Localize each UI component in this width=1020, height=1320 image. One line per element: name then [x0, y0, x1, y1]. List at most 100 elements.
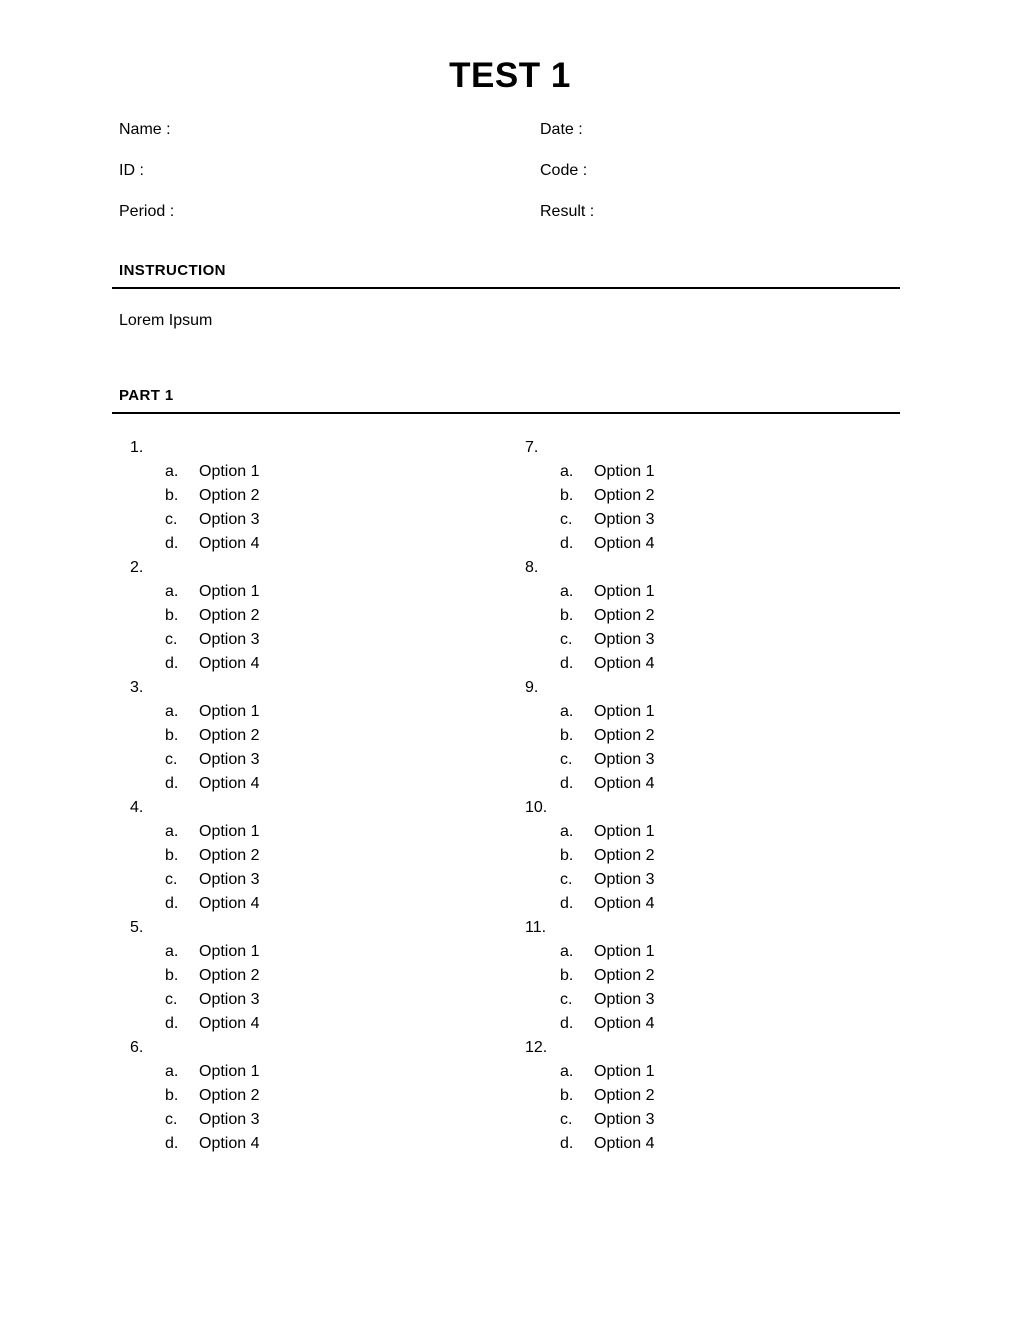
- option-choice[interactable]: c. Option 3: [119, 748, 514, 772]
- option-choice[interactable]: a. Option 1: [119, 700, 514, 724]
- option-choice[interactable]: d. Option 4: [119, 772, 514, 796]
- option-choice[interactable]: b. Option 2: [119, 604, 514, 628]
- option-list: a. Option 1 b. Option 2 c. Option 3 d. Option 4: [514, 460, 909, 556]
- option-text: Option 3: [594, 751, 655, 768]
- option-choice[interactable]: d. Option 4: [514, 1012, 909, 1036]
- option-choice[interactable]: a. Option 1: [119, 460, 514, 484]
- part1-section: PART 1: [112, 387, 900, 414]
- option-choice[interactable]: a. Option 1: [119, 940, 514, 964]
- option-text: Option 1: [594, 703, 655, 720]
- option-choice[interactable]: a. Option 1: [514, 940, 909, 964]
- option-text: Option 1: [199, 823, 260, 840]
- option-text: Option 1: [199, 1063, 260, 1080]
- option-text: Option 1: [594, 583, 655, 600]
- option-choice[interactable]: a. Option 1: [119, 820, 514, 844]
- option-choice[interactable]: a. Option 1: [119, 580, 514, 604]
- option-choice[interactable]: b. Option 2: [119, 484, 514, 508]
- option-choice[interactable]: b. Option 2: [514, 604, 909, 628]
- option-text: Option 4: [594, 895, 655, 912]
- option-choice[interactable]: d. Option 4: [514, 652, 909, 676]
- option-choice[interactable]: b. Option 2: [119, 724, 514, 748]
- option-text: Option 2: [594, 487, 655, 504]
- option-text: Option 3: [199, 871, 260, 888]
- option-text: Option 1: [199, 583, 260, 600]
- option-text: Option 1: [594, 463, 655, 480]
- option-text: Option 4: [594, 1135, 655, 1152]
- option-choice[interactable]: d. Option 4: [514, 532, 909, 556]
- option-choice[interactable]: b. Option 2: [119, 964, 514, 988]
- option-choice[interactable]: d. Option 4: [119, 892, 514, 916]
- question-item: 10. a. Option 1 b. Option 2 c. Option 3 d. Optio…: [514, 796, 909, 916]
- option-choice[interactable]: b. Option 2: [514, 844, 909, 868]
- option-choice[interactable]: b. Option 2: [119, 844, 514, 868]
- option-choice[interactable]: d. Option 4: [119, 1012, 514, 1036]
- option-letter: a.: [560, 463, 574, 480]
- option-choice[interactable]: b. Option 2: [514, 724, 909, 748]
- question-item: 7. a. Option 1 b. Option 2 c. Option 3 d. Option…: [514, 436, 909, 556]
- option-choice[interactable]: a. Option 1: [514, 700, 909, 724]
- option-text: Option 4: [594, 535, 655, 552]
- option-list: a. Option 1 b. Option 2 c. Option 3 d. Option 4: [514, 1060, 909, 1156]
- option-choice[interactable]: b. Option 2: [514, 1084, 909, 1108]
- option-letter: a.: [560, 823, 574, 840]
- meta-row: ID : Code :: [119, 161, 909, 202]
- question-item: 4. a. Option 1 b. Option 2 c. Option 3 d. Option…: [119, 796, 514, 916]
- option-choice[interactable]: c. Option 3: [514, 508, 909, 532]
- option-text: Option 1: [199, 703, 260, 720]
- option-list: a. Option 1 b. Option 2 c. Option 3 d. Option 4: [119, 940, 514, 1036]
- option-text: Option 2: [594, 1087, 655, 1104]
- option-choice[interactable]: d. Option 4: [514, 892, 909, 916]
- option-list: a. Option 1 b. Option 2 c. Option 3 d. Option 4: [514, 580, 909, 676]
- option-text: Option 1: [594, 823, 655, 840]
- option-choice[interactable]: d. Option 4: [514, 1132, 909, 1156]
- option-choice[interactable]: c. Option 3: [514, 868, 909, 892]
- option-choice[interactable]: c. Option 3: [119, 988, 514, 1012]
- field-label-period: Period :: [119, 203, 175, 220]
- option-text: Option 4: [199, 655, 260, 672]
- option-text: Option 4: [199, 775, 260, 792]
- option-choice[interactable]: c. Option 3: [514, 988, 909, 1012]
- option-choice[interactable]: c. Option 3: [119, 1108, 514, 1132]
- option-text: Option 4: [199, 895, 260, 912]
- question-item: 8. a. Option 1 b. Option 2 c. Option 3 d. Option…: [514, 556, 909, 676]
- option-choice[interactable]: a. Option 1: [514, 820, 909, 844]
- option-choice[interactable]: c. Option 3: [514, 628, 909, 652]
- option-choice[interactable]: d. Option 4: [514, 772, 909, 796]
- option-text: Option 4: [594, 655, 655, 672]
- option-choice[interactable]: a. Option 1: [119, 1060, 514, 1084]
- question-column: 1. a. Option 1 b. Option 2 c. Option 3 d. Option…: [119, 436, 514, 1156]
- option-choice[interactable]: a. Option 1: [514, 460, 909, 484]
- option-letter: d.: [560, 1135, 574, 1152]
- option-choice[interactable]: c. Option 3: [119, 628, 514, 652]
- question-number: 7.: [525, 439, 539, 456]
- option-text: Option 3: [199, 1111, 260, 1128]
- field-label-name: Name :: [119, 121, 171, 138]
- option-choice[interactable]: c. Option 3: [514, 748, 909, 772]
- option-choice[interactable]: d. Option 4: [119, 652, 514, 676]
- option-letter: b.: [560, 487, 574, 504]
- option-choice[interactable]: a. Option 1: [514, 1060, 909, 1084]
- option-choice[interactable]: b. Option 2: [514, 484, 909, 508]
- option-text: Option 4: [594, 1015, 655, 1032]
- option-choice[interactable]: d. Option 4: [119, 532, 514, 556]
- option-choice[interactable]: d. Option 4: [119, 1132, 514, 1156]
- option-choice[interactable]: b. Option 2: [119, 1084, 514, 1108]
- question-columns: 1. a. Option 1 b. Option 2 c. Option 3 d. Option…: [119, 436, 909, 1156]
- option-letter: d.: [165, 535, 179, 552]
- option-letter: c.: [165, 991, 178, 1008]
- option-letter: a.: [560, 943, 574, 960]
- option-text: Option 2: [199, 1087, 260, 1104]
- option-letter: c.: [560, 1111, 573, 1128]
- option-choice[interactable]: c. Option 3: [514, 1108, 909, 1132]
- option-text: Option 4: [199, 1015, 260, 1032]
- option-choice[interactable]: a. Option 1: [514, 580, 909, 604]
- option-choice[interactable]: c. Option 3: [119, 868, 514, 892]
- option-letter: b.: [165, 727, 179, 744]
- page-title: TEST 1: [449, 56, 571, 95]
- option-text: Option 1: [594, 1063, 655, 1080]
- part1-heading: PART 1: [119, 387, 174, 404]
- option-choice[interactable]: b. Option 2: [514, 964, 909, 988]
- option-choice[interactable]: c. Option 3: [119, 508, 514, 532]
- option-letter: a.: [560, 583, 574, 600]
- option-list: a. Option 1 b. Option 2 c. Option 3 d. Option 4: [119, 700, 514, 796]
